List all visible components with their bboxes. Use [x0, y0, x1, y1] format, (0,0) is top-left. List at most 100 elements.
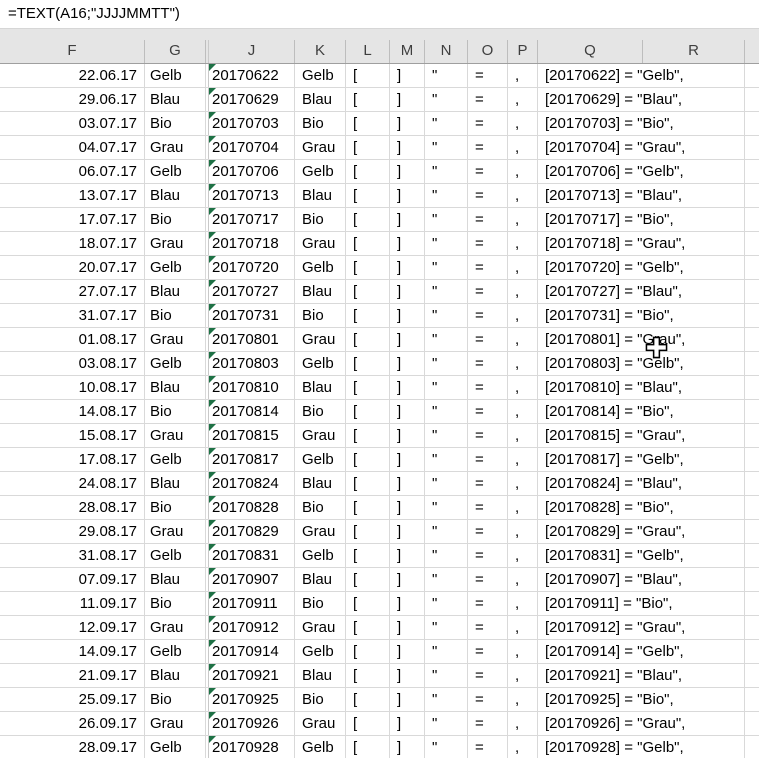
cell-J[interactable]: 20170704: [209, 136, 295, 159]
cell-K[interactable]: Bio: [295, 304, 346, 327]
cell-O[interactable]: =: [468, 640, 508, 663]
cell-J[interactable]: 20170713: [209, 184, 295, 207]
cell-Q[interactable]: [20170629] = "Blau",: [538, 88, 745, 111]
cell-partial[interactable]: [745, 616, 759, 639]
cell-F[interactable]: 29.06.17: [0, 88, 145, 111]
cell-J[interactable]: 20170831: [209, 544, 295, 567]
cell-P[interactable]: ,: [508, 160, 538, 183]
cell-Q[interactable]: [20170622] = "Gelb",: [538, 64, 745, 87]
cell-M[interactable]: ]: [390, 256, 425, 279]
cell-L[interactable]: [: [346, 520, 390, 543]
cell-K[interactable]: Grau: [295, 712, 346, 735]
cell-K[interactable]: Grau: [295, 328, 346, 351]
cell-F[interactable]: 27.07.17: [0, 280, 145, 303]
cell-K[interactable]: Gelb: [295, 160, 346, 183]
cell-K[interactable]: Gelb: [295, 736, 346, 758]
cell-J[interactable]: 20170720: [209, 256, 295, 279]
cell-M[interactable]: ]: [390, 328, 425, 351]
cell-partial[interactable]: [745, 280, 759, 303]
cell-G[interactable]: Gelb: [145, 448, 206, 471]
cell-L[interactable]: [: [346, 688, 390, 711]
cell-partial[interactable]: [745, 640, 759, 663]
cell-M[interactable]: ]: [390, 472, 425, 495]
cell-partial[interactable]: [745, 376, 759, 399]
cell-K[interactable]: Bio: [295, 400, 346, 423]
cell-L[interactable]: [: [346, 232, 390, 255]
cell-G[interactable]: Bio: [145, 496, 206, 519]
cell-Q[interactable]: [20170717] = "Bio",: [538, 208, 745, 231]
cell-F[interactable]: 10.08.17: [0, 376, 145, 399]
cell-partial[interactable]: [745, 184, 759, 207]
cell-M[interactable]: ]: [390, 616, 425, 639]
cell-O[interactable]: =: [468, 736, 508, 758]
cell-Q[interactable]: [20170810] = "Blau",: [538, 376, 745, 399]
cell-J[interactable]: 20170911: [209, 592, 295, 615]
cell-F[interactable]: 17.08.17: [0, 448, 145, 471]
cell-L[interactable]: [: [346, 352, 390, 375]
cell-G[interactable]: Bio: [145, 688, 206, 711]
cell-M[interactable]: ]: [390, 688, 425, 711]
cell-partial[interactable]: [745, 232, 759, 255]
cell-K[interactable]: Gelb: [295, 448, 346, 471]
cell-P[interactable]: ,: [508, 112, 538, 135]
cell-K[interactable]: Grau: [295, 616, 346, 639]
cell-J[interactable]: 20170914: [209, 640, 295, 663]
cell-J[interactable]: 20170907: [209, 568, 295, 591]
cell-G[interactable]: Blau: [145, 568, 206, 591]
cell-O[interactable]: =: [468, 208, 508, 231]
cell-O[interactable]: =: [468, 664, 508, 687]
cell-Q[interactable]: [20170926] = "Grau",: [538, 712, 745, 735]
cell-partial[interactable]: [745, 448, 759, 471]
cell-G[interactable]: Grau: [145, 712, 206, 735]
cell-M[interactable]: ]: [390, 664, 425, 687]
cell-partial[interactable]: [745, 112, 759, 135]
cell-N[interactable]: ": [425, 256, 468, 279]
cell-K[interactable]: Bio: [295, 688, 346, 711]
cell-K[interactable]: Gelb: [295, 640, 346, 663]
cell-F[interactable]: 17.07.17: [0, 208, 145, 231]
cell-O[interactable]: =: [468, 112, 508, 135]
cell-J[interactable]: 20170718: [209, 232, 295, 255]
cell-partial[interactable]: [745, 328, 759, 351]
cell-M[interactable]: ]: [390, 568, 425, 591]
cell-partial[interactable]: [745, 400, 759, 423]
cell-O[interactable]: =: [468, 544, 508, 567]
cell-M[interactable]: ]: [390, 280, 425, 303]
cell-G[interactable]: Bio: [145, 400, 206, 423]
cell-F[interactable]: 11.09.17: [0, 592, 145, 615]
column-header-O[interactable]: O: [468, 40, 508, 63]
cell-M[interactable]: ]: [390, 448, 425, 471]
cell-Q[interactable]: [20170828] = "Bio",: [538, 496, 745, 519]
cell-N[interactable]: ": [425, 160, 468, 183]
cell-M[interactable]: ]: [390, 88, 425, 111]
cell-F[interactable]: 26.09.17: [0, 712, 145, 735]
cell-Q[interactable]: [20170704] = "Grau",: [538, 136, 745, 159]
cell-K[interactable]: Gelb: [295, 352, 346, 375]
cell-J[interactable]: 20170717: [209, 208, 295, 231]
cell-P[interactable]: ,: [508, 592, 538, 615]
cell-N[interactable]: ": [425, 352, 468, 375]
cell-N[interactable]: ": [425, 664, 468, 687]
cell-P[interactable]: ,: [508, 424, 538, 447]
cell-L[interactable]: [: [346, 568, 390, 591]
cell-O[interactable]: =: [468, 256, 508, 279]
cell-P[interactable]: ,: [508, 232, 538, 255]
cell-L[interactable]: [: [346, 136, 390, 159]
cell-N[interactable]: ": [425, 544, 468, 567]
cell-O[interactable]: =: [468, 88, 508, 111]
cell-K[interactable]: Gelb: [295, 544, 346, 567]
cell-L[interactable]: [: [346, 112, 390, 135]
cell-P[interactable]: ,: [508, 640, 538, 663]
cell-J[interactable]: 20170817: [209, 448, 295, 471]
cell-O[interactable]: =: [468, 376, 508, 399]
cell-P[interactable]: ,: [508, 280, 538, 303]
cell-O[interactable]: =: [468, 352, 508, 375]
cell-N[interactable]: ": [425, 328, 468, 351]
cell-L[interactable]: [: [346, 472, 390, 495]
cell-F[interactable]: 15.08.17: [0, 424, 145, 447]
cell-N[interactable]: ": [425, 736, 468, 758]
cell-N[interactable]: ": [425, 64, 468, 87]
cell-M[interactable]: ]: [390, 208, 425, 231]
cell-G[interactable]: Gelb: [145, 544, 206, 567]
cell-J[interactable]: 20170828: [209, 496, 295, 519]
